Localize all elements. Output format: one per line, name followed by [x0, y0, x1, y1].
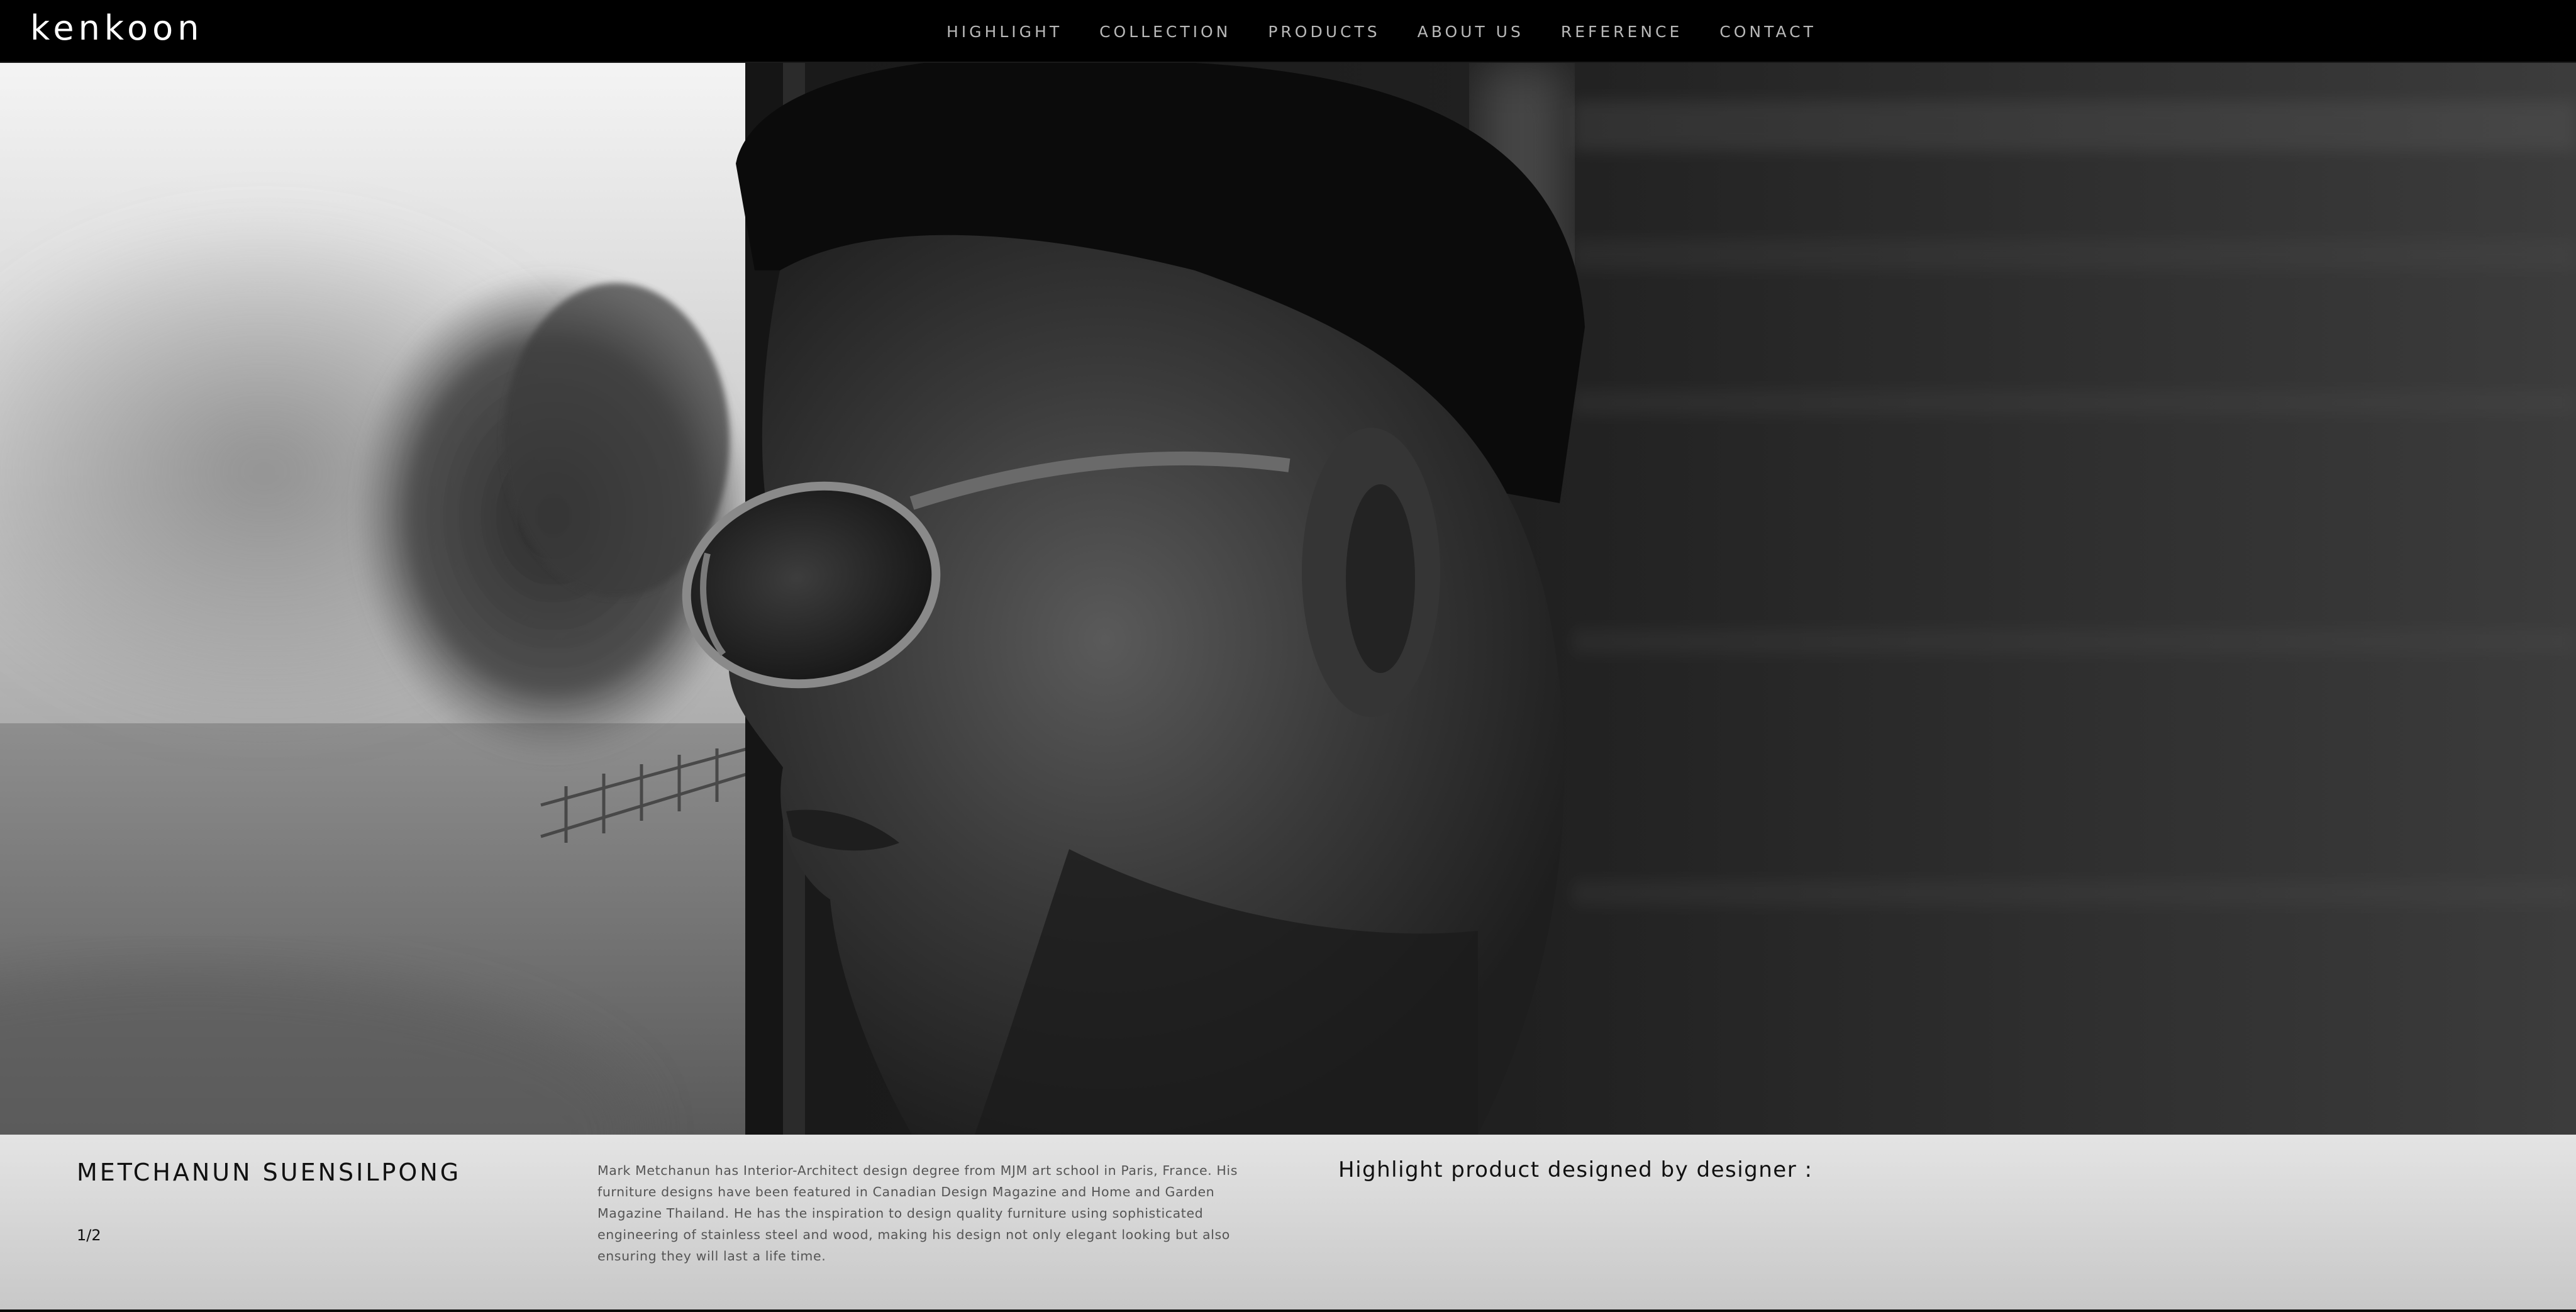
- slide-counter: 1/2: [77, 1226, 101, 1244]
- main-nav: HIGHLIGHT COLLECTION PRODUCTS ABOUT US R…: [947, 0, 1816, 63]
- nav-item-contact[interactable]: CONTACT: [1719, 23, 1816, 41]
- page-bottom-border: [0, 1309, 2576, 1312]
- designer-info-panel: METCHANUN SUENSILPONG 1/2 Mark Metchanun…: [0, 1135, 2576, 1309]
- top-navbar: kenkoon HIGHLIGHT COLLECTION PRODUCTS AB…: [0, 0, 2576, 63]
- hero-portrait-image: [0, 63, 2576, 1135]
- nav-item-highlight[interactable]: HIGHLIGHT: [947, 23, 1062, 41]
- highlight-products-heading: Highlight product designed by designer :: [1338, 1157, 1813, 1182]
- nav-item-collection[interactable]: COLLECTION: [1099, 23, 1231, 41]
- nav-item-reference[interactable]: REFERENCE: [1561, 23, 1682, 41]
- designer-bio: Mark Metchanun has Interior-Architect de…: [597, 1163, 1238, 1264]
- nav-item-products[interactable]: PRODUCTS: [1268, 23, 1380, 41]
- kenkoon-logo[interactable]: kenkoon: [30, 11, 203, 45]
- hero-slider: [0, 63, 2576, 1135]
- nav-item-about-us[interactable]: ABOUT US: [1418, 23, 1524, 41]
- designer-name: METCHANUN SUENSILPONG: [77, 1159, 462, 1186]
